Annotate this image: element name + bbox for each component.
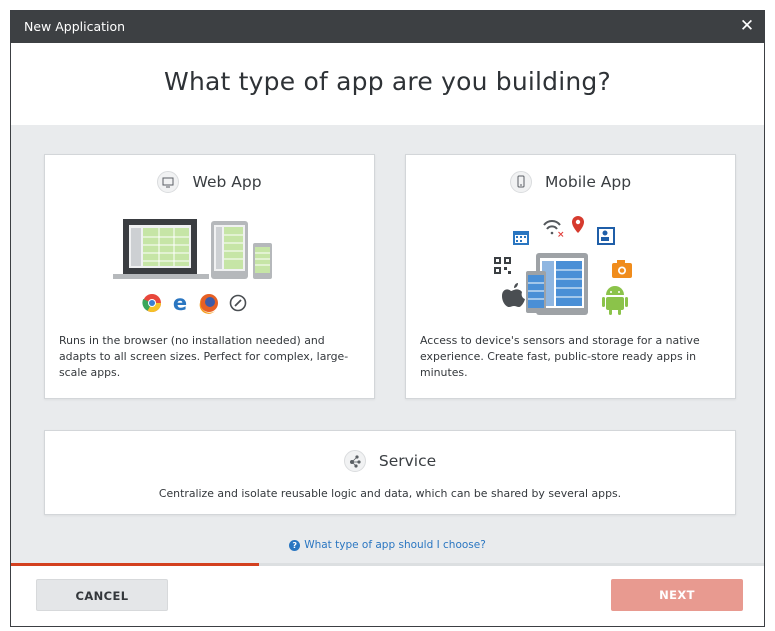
firefox-icon [199, 294, 218, 314]
mobile-app-card-header: Mobile App [406, 171, 735, 193]
progress-fill [11, 563, 260, 566]
laptop-icon [113, 219, 209, 279]
dialog-footer: CANCEL NEXT [11, 563, 764, 626]
service-description: Centralize and isolate reusable logic an… [158, 487, 622, 500]
camera-icon [612, 260, 632, 278]
next-button[interactable]: NEXT [611, 579, 743, 611]
dialog-header: What type of app are you building? [11, 43, 764, 125]
page-edge [0, 0, 3, 631]
new-application-dialog: New Application ✕ What type of app are y… [10, 10, 765, 627]
android-icon [602, 286, 628, 315]
mobile-features-illustration: × [494, 216, 632, 315]
service-nodes-icon [343, 450, 366, 472]
help-link-text[interactable]: What type of app should I choose? [304, 539, 486, 551]
help-link[interactable]: ? What type of app should I choose? [11, 539, 764, 551]
location-pin-icon [572, 216, 584, 233]
mobile-devices-icon [526, 253, 588, 315]
dialog-title: New Application [24, 19, 126, 34]
cancel-button[interactable]: CANCEL [36, 579, 168, 611]
close-icon[interactable]: ✕ [736, 14, 758, 38]
monitor-icon [157, 171, 180, 193]
web-app-description: Runs in the browser (no installation nee… [59, 334, 349, 379]
service-label: Service [378, 452, 437, 470]
service-card-header: Service [45, 450, 735, 472]
chrome-icon [142, 294, 161, 313]
web-app-card[interactable]: Web App e Runs in the browser (no instal… [44, 154, 375, 399]
phone-icon [509, 171, 532, 193]
mobile-app-label: Mobile App [545, 173, 632, 191]
apple-icon [502, 283, 525, 307]
qr-code-icon [494, 257, 511, 274]
phone-icon [253, 243, 272, 279]
contacts-icon [597, 227, 615, 245]
page-title: What type of app are you building? [164, 67, 611, 96]
svg-text:×: × [557, 230, 565, 240]
service-card[interactable]: Service Centralize and isolate reusable … [44, 430, 736, 515]
web-app-card-header: Web App [45, 171, 374, 193]
progress-track [11, 563, 764, 566]
help-circle-icon: ? [289, 540, 301, 551]
tablet-icon [211, 221, 248, 279]
web-app-label: Web App [192, 173, 262, 191]
mobile-app-description: Access to device's sensors and storage f… [420, 334, 700, 379]
edge-icon: e [173, 291, 187, 315]
browser-icons: e [142, 291, 247, 315]
dialog-titlebar: New Application ✕ [11, 11, 764, 43]
mobile-app-card[interactable]: Mobile App × Access to device's sensors … [405, 154, 736, 399]
wifi-icon: × [543, 220, 565, 240]
safari-icon [229, 294, 247, 312]
svg-text:e: e [173, 291, 187, 315]
calendar-icon [513, 231, 529, 245]
